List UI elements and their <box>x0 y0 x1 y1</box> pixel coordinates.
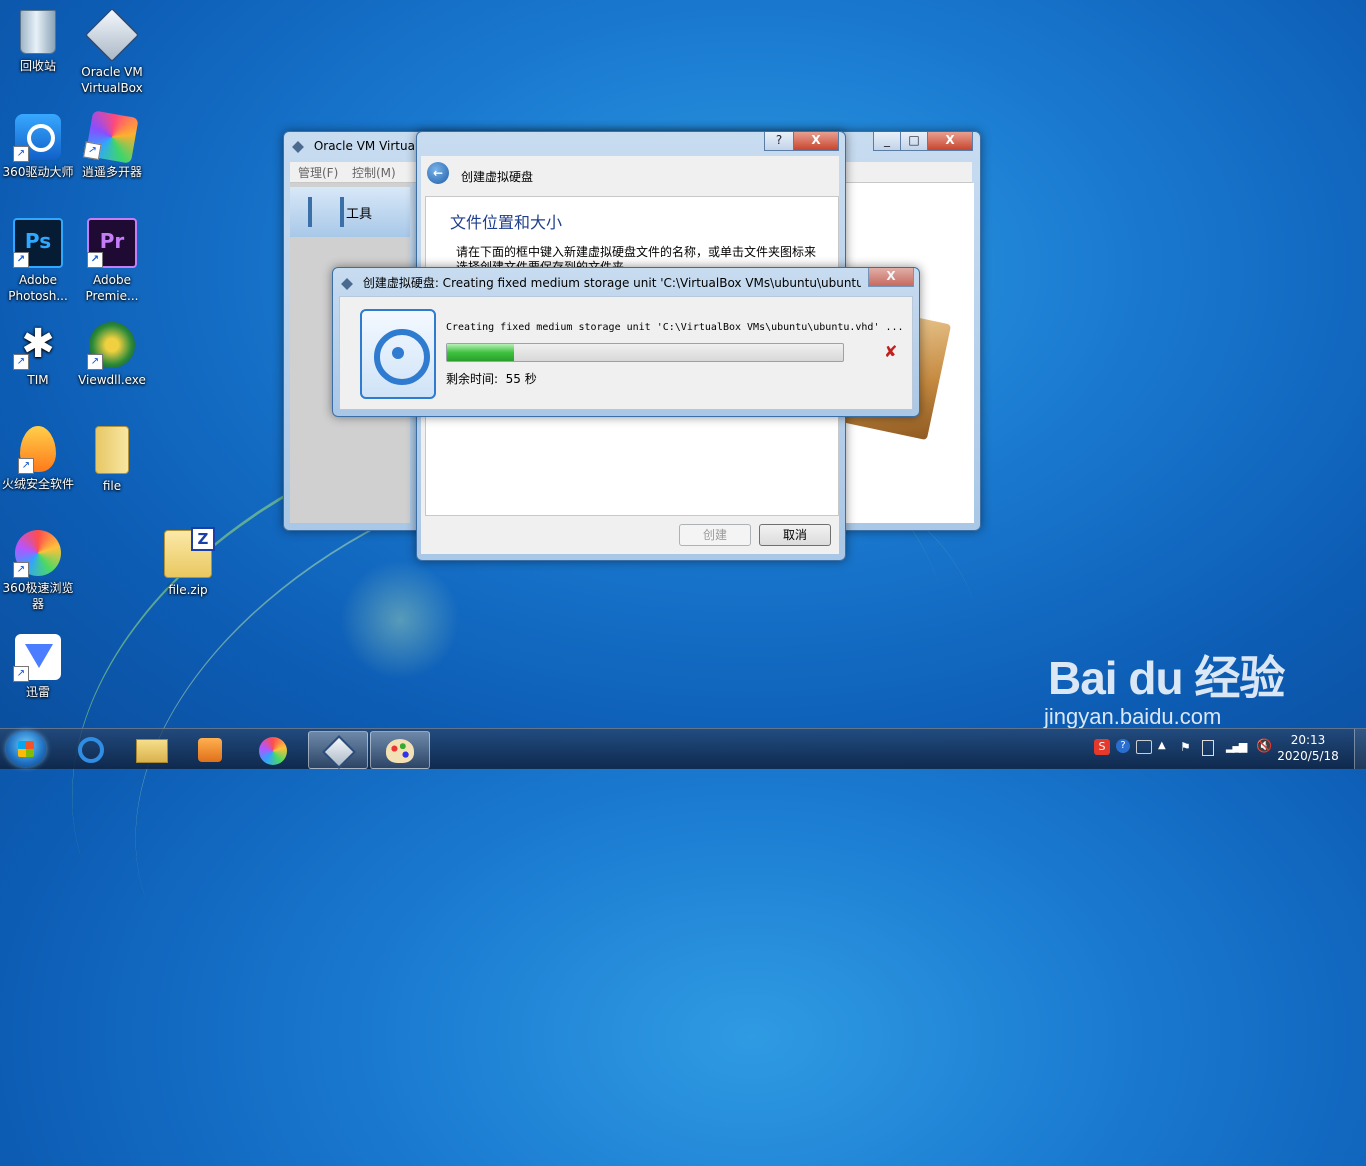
baidu-url: jingyan.baidu.com <box>1044 704 1222 729</box>
desktop-icon-premiere[interactable]: Pr ↗ Adobe Premie... <box>74 214 150 304</box>
back-button[interactable]: ← <box>427 162 449 184</box>
taskbar-ie[interactable] <box>62 731 120 767</box>
help-button[interactable]: ? <box>764 132 794 151</box>
desktop-icon-viewdll[interactable]: ↗ Viewdll.exe <box>74 318 150 388</box>
virtualbox-small-icon <box>341 277 353 290</box>
shortcut-arrow-icon: ↗ <box>13 252 29 268</box>
device-icon[interactable] <box>1202 740 1214 756</box>
windows-logo-icon <box>18 741 34 757</box>
browser-icon <box>259 737 287 765</box>
taskbar-paint[interactable] <box>370 731 430 769</box>
progress-close-button[interactable]: X <box>868 268 914 287</box>
viewdll-icon: ↗ <box>87 322 135 370</box>
gear-shield-icon: ↗ <box>13 114 61 162</box>
create-button[interactable]: 创建 <box>679 524 751 546</box>
shortcut-arrow-icon: ↗ <box>13 354 29 370</box>
cancel-button[interactable]: 取消 <box>759 524 831 546</box>
desktop-icon-xunlei[interactable]: ↗ 迅雷 <box>0 630 76 700</box>
tools-icon <box>308 197 344 227</box>
virtualbox-small-icon <box>292 140 304 153</box>
network-signal-icon[interactable]: ▂▄▆ <box>1226 740 1247 753</box>
folder-icon <box>136 739 168 763</box>
close-button[interactable]: X <box>927 132 973 151</box>
show-desktop-button[interactable] <box>1354 729 1366 769</box>
progress-dialog: 创建虚拟硬盘: Creating fixed medium storage un… <box>332 267 920 417</box>
progress-bar <box>446 343 844 362</box>
hard-disk-icon <box>360 309 436 399</box>
remaining-time: 剩余时间: 55 秒 <box>446 372 537 386</box>
virtualbox-icon <box>84 7 140 63</box>
taskbar-360-browser[interactable] <box>244 731 302 767</box>
zip-folder-icon: Z <box>164 527 215 578</box>
desktop-icon-360-driver[interactable]: ↗ 360驱动大师 <box>0 110 76 180</box>
media-player-icon <box>198 738 222 762</box>
wallpaper-glow <box>340 560 460 680</box>
tools-item[interactable]: 工具 <box>290 187 410 237</box>
taskbar: S ? ▲ ⚑ ▂▄▆ 🔇 20:13 2020/5/18 <box>0 728 1366 769</box>
shortcut-arrow-icon: ↗ <box>13 562 29 578</box>
folder-icon <box>95 426 129 474</box>
menu-control[interactable]: 控制(M) <box>352 164 396 181</box>
shortcut-arrow-icon: ↗ <box>18 458 34 474</box>
clock[interactable]: 20:13 2020/5/18 <box>1268 732 1348 764</box>
thunder-bird-icon: ↗ <box>13 634 61 682</box>
shortcut-arrow-icon: ↗ <box>87 354 103 370</box>
shortcut-arrow-icon: ↗ <box>13 666 29 682</box>
flame-icon: ↗ <box>18 426 56 474</box>
desktop-icon-huorong[interactable]: ↗ 火绒安全软件 <box>0 422 76 492</box>
help-tray-icon[interactable]: ? <box>1116 739 1130 753</box>
progress-body: Creating fixed medium storage unit 'C:\V… <box>339 296 913 410</box>
start-button[interactable] <box>6 731 46 767</box>
photoshop-icon: Ps ↗ <box>13 218 63 268</box>
shortcut-arrow-icon: ↗ <box>87 252 103 268</box>
wizard-title: 创建虚拟硬盘 <box>461 170 534 184</box>
browser-icon: ↗ <box>13 530 61 578</box>
cancel-x-icon[interactable]: ✘ <box>884 342 897 361</box>
desktop-icon-virtualbox[interactable]: Oracle VM VirtualBox <box>74 6 150 96</box>
minimize-button[interactable]: _ <box>873 132 901 151</box>
virtualbox-icon <box>322 735 356 769</box>
progress-fill <box>447 344 515 361</box>
multi-opener-icon: ↗ <box>83 110 139 164</box>
progress-message: Creating fixed medium storage unit 'C:\V… <box>446 322 904 333</box>
desktop-icon-file-zip[interactable]: Z file.zip <box>150 526 226 598</box>
desktop-icon-360-browser[interactable]: ↗ 360极速浏览器 <box>0 526 76 612</box>
progress-title: 创建虚拟硬盘: Creating fixed medium storage un… <box>341 274 861 291</box>
system-tray: S ? ▲ ⚑ ▂▄▆ 🔇 20:13 2020/5/18 <box>1092 729 1366 769</box>
clock-date: 2020/5/18 <box>1277 749 1339 763</box>
desktop-icon-file-folder[interactable]: file <box>74 422 150 494</box>
desktop-icon-recycle-bin[interactable]: 回收站 <box>0 6 76 74</box>
clock-time: 20:13 <box>1290 733 1326 747</box>
menu-manage[interactable]: 管理(F) <box>298 164 338 181</box>
internet-explorer-icon <box>78 737 104 763</box>
premiere-icon: Pr ↗ <box>87 218 137 268</box>
action-center-flag-icon[interactable]: ⚑ <box>1180 740 1191 754</box>
shortcut-arrow-icon: ↗ <box>83 141 102 161</box>
sogou-ime-icon[interactable]: S <box>1094 739 1110 755</box>
show-hidden-icons-arrow-icon[interactable]: ▲ <box>1158 740 1166 751</box>
wizard-close-button[interactable]: X <box>793 132 839 151</box>
desktop-icon-tim[interactable]: ✱ ↗ TIM <box>0 318 76 388</box>
baidu-brand: Bai du 经验 <box>1048 652 1285 704</box>
page-description: 请在下面的框中键入新建虚拟硬盘文件的名称，或单击文件夹图标来选择创建文件要保存到… <box>456 245 816 269</box>
taskbar-media-player[interactable] <box>182 731 240 767</box>
keyboard-icon[interactable] <box>1136 740 1152 754</box>
page-heading: 文件位置和大小 <box>450 213 563 232</box>
paint-palette-icon <box>386 739 414 763</box>
recycle-bin-icon <box>20 10 56 54</box>
desktop-icon-photoshop[interactable]: Ps ↗ Adobe Photosh... <box>0 214 76 304</box>
desktop-icon-xiaoyao[interactable]: ↗ 逍遥多开器 <box>74 110 150 180</box>
shortcut-arrow-icon: ↗ <box>13 146 29 162</box>
back-arrow-icon: ← <box>432 166 444 180</box>
maximize-button[interactable]: □ <box>900 132 928 151</box>
taskbar-virtualbox[interactable] <box>308 731 368 769</box>
taskbar-explorer[interactable] <box>122 731 180 767</box>
tim-star-icon: ✱ ↗ <box>13 322 61 370</box>
